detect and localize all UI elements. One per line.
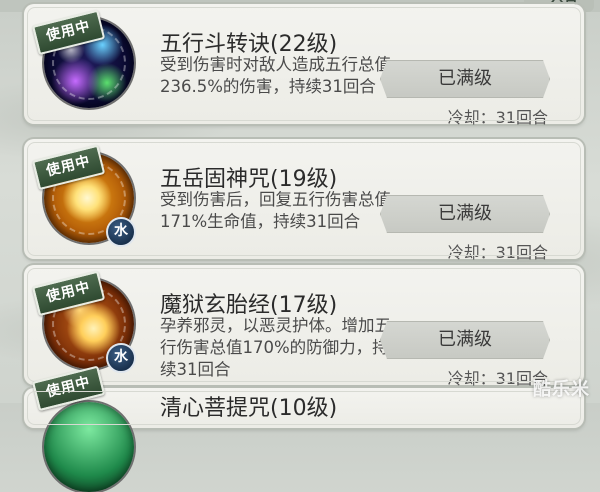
skill-description: 孕养邪灵，以恶灵护体。增加五行伤害总值170%的防御力，持续31回合 xyxy=(160,316,391,379)
skill-icon-green-orb[interactable] xyxy=(44,402,134,492)
skill-card[interactable]: 使用中 清心菩提咒(10级) xyxy=(24,365,584,492)
max-level-button[interactable]: 已满级 xyxy=(380,321,550,359)
skill-description: 受到伤害后，回复五行伤害总值171%生命值，持续31回合 xyxy=(160,190,391,231)
skill-card[interactable]: 使用中 五行斗转诀(22级) 受到伤害时对敌人造成五行总值236.5%的伤害，持… xyxy=(24,4,584,127)
cooldown-text: 冷却：31回合 xyxy=(447,108,548,127)
skill-card[interactable]: 使用中 水 魔狱玄胎经(17级) 孕养邪灵，以恶灵护体。增加五行伤害总值170%… xyxy=(24,265,584,388)
water-element-badge: 水 xyxy=(106,343,136,373)
site-watermark: 酷乐米 xyxy=(533,379,590,400)
cooldown-text: 冷却：31回合 xyxy=(447,243,548,262)
skill-description: 受到伤害时对敌人造成五行总值236.5%的伤害，持续31回合 xyxy=(160,55,391,96)
max-level-button[interactable]: 已满级 xyxy=(380,195,550,233)
water-element-badge: 水 xyxy=(106,217,136,247)
max-level-button[interactable]: 已满级 xyxy=(380,60,550,98)
skill-card[interactable]: 使用中 水 五岳固神咒(19级) 受到伤害后，回复五行伤害总值171%生命值，持… xyxy=(24,139,584,262)
skill-name: 清心菩提咒(10级) xyxy=(160,396,338,421)
